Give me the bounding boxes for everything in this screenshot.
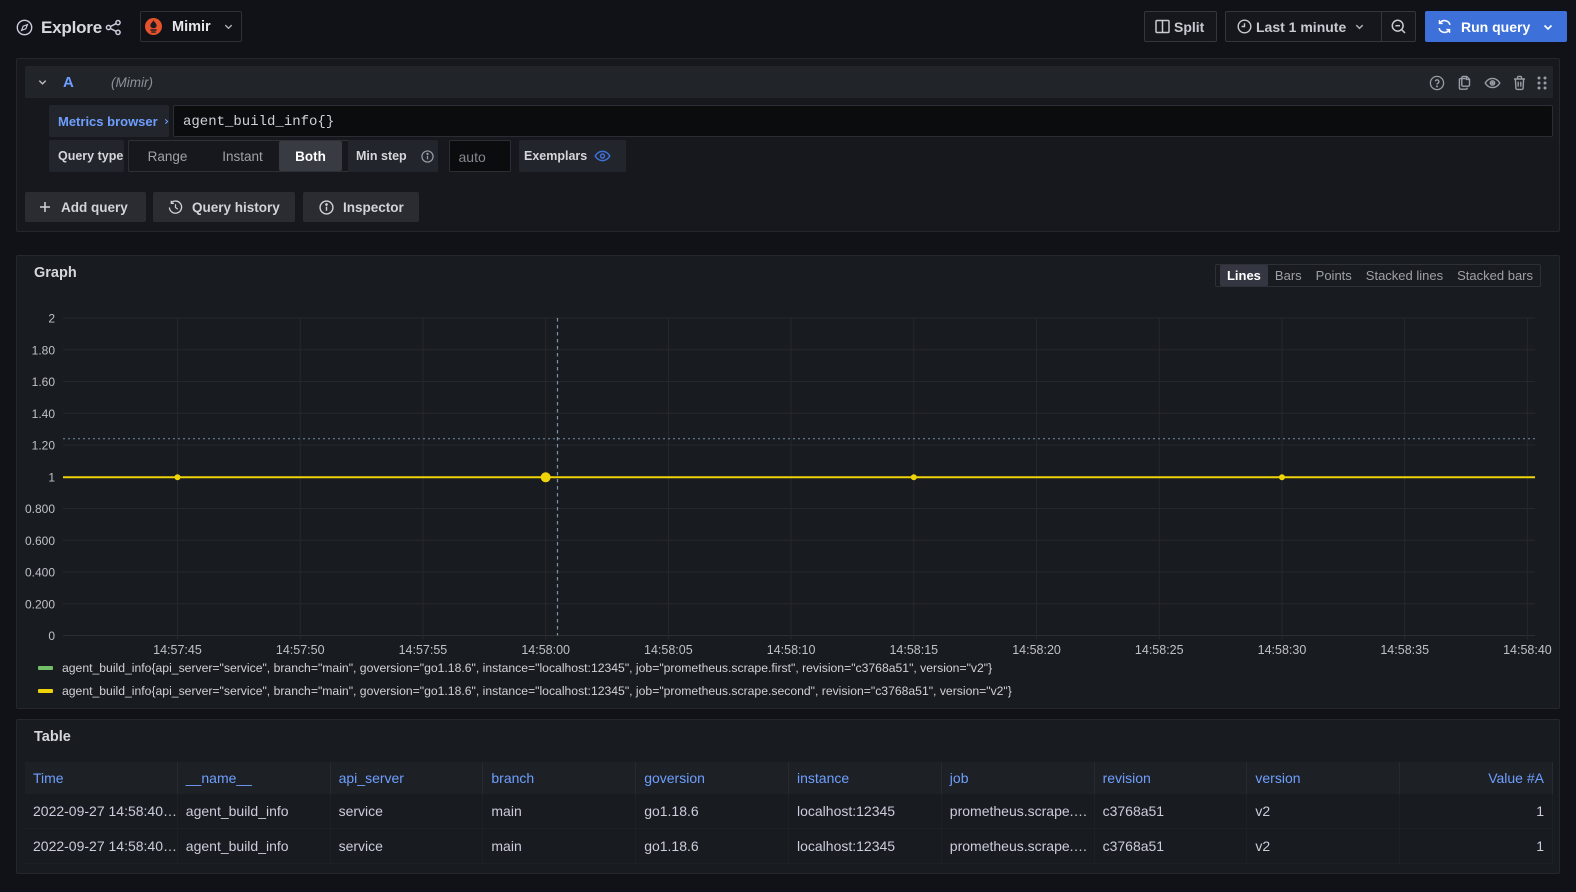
svg-text:0.400: 0.400	[25, 566, 55, 580]
svg-text:1.40: 1.40	[32, 407, 56, 421]
svg-text:0.800: 0.800	[25, 502, 55, 516]
svg-text:1.60: 1.60	[32, 375, 56, 389]
svg-text:0.200: 0.200	[25, 597, 55, 611]
svg-text:14:57:55: 14:57:55	[399, 643, 448, 657]
svg-text:1.20: 1.20	[32, 439, 56, 453]
svg-text:1.80: 1.80	[32, 343, 56, 357]
svg-text:14:58:25: 14:58:25	[1135, 643, 1184, 657]
svg-text:14:58:35: 14:58:35	[1380, 643, 1429, 657]
svg-text:14:58:40: 14:58:40	[1503, 643, 1552, 657]
svg-text:14:58:15: 14:58:15	[889, 643, 938, 657]
svg-text:14:57:45: 14:57:45	[153, 643, 202, 657]
svg-text:14:58:10: 14:58:10	[767, 643, 816, 657]
svg-text:2: 2	[48, 312, 55, 326]
svg-text:14:58:05: 14:58:05	[644, 643, 693, 657]
svg-text:14:58:00: 14:58:00	[521, 643, 570, 657]
svg-text:0.600: 0.600	[25, 534, 55, 548]
svg-text:0: 0	[48, 629, 55, 643]
svg-text:1: 1	[48, 470, 55, 484]
svg-text:14:58:20: 14:58:20	[1012, 643, 1061, 657]
svg-text:14:57:50: 14:57:50	[276, 643, 325, 657]
svg-text:14:58:30: 14:58:30	[1258, 643, 1307, 657]
